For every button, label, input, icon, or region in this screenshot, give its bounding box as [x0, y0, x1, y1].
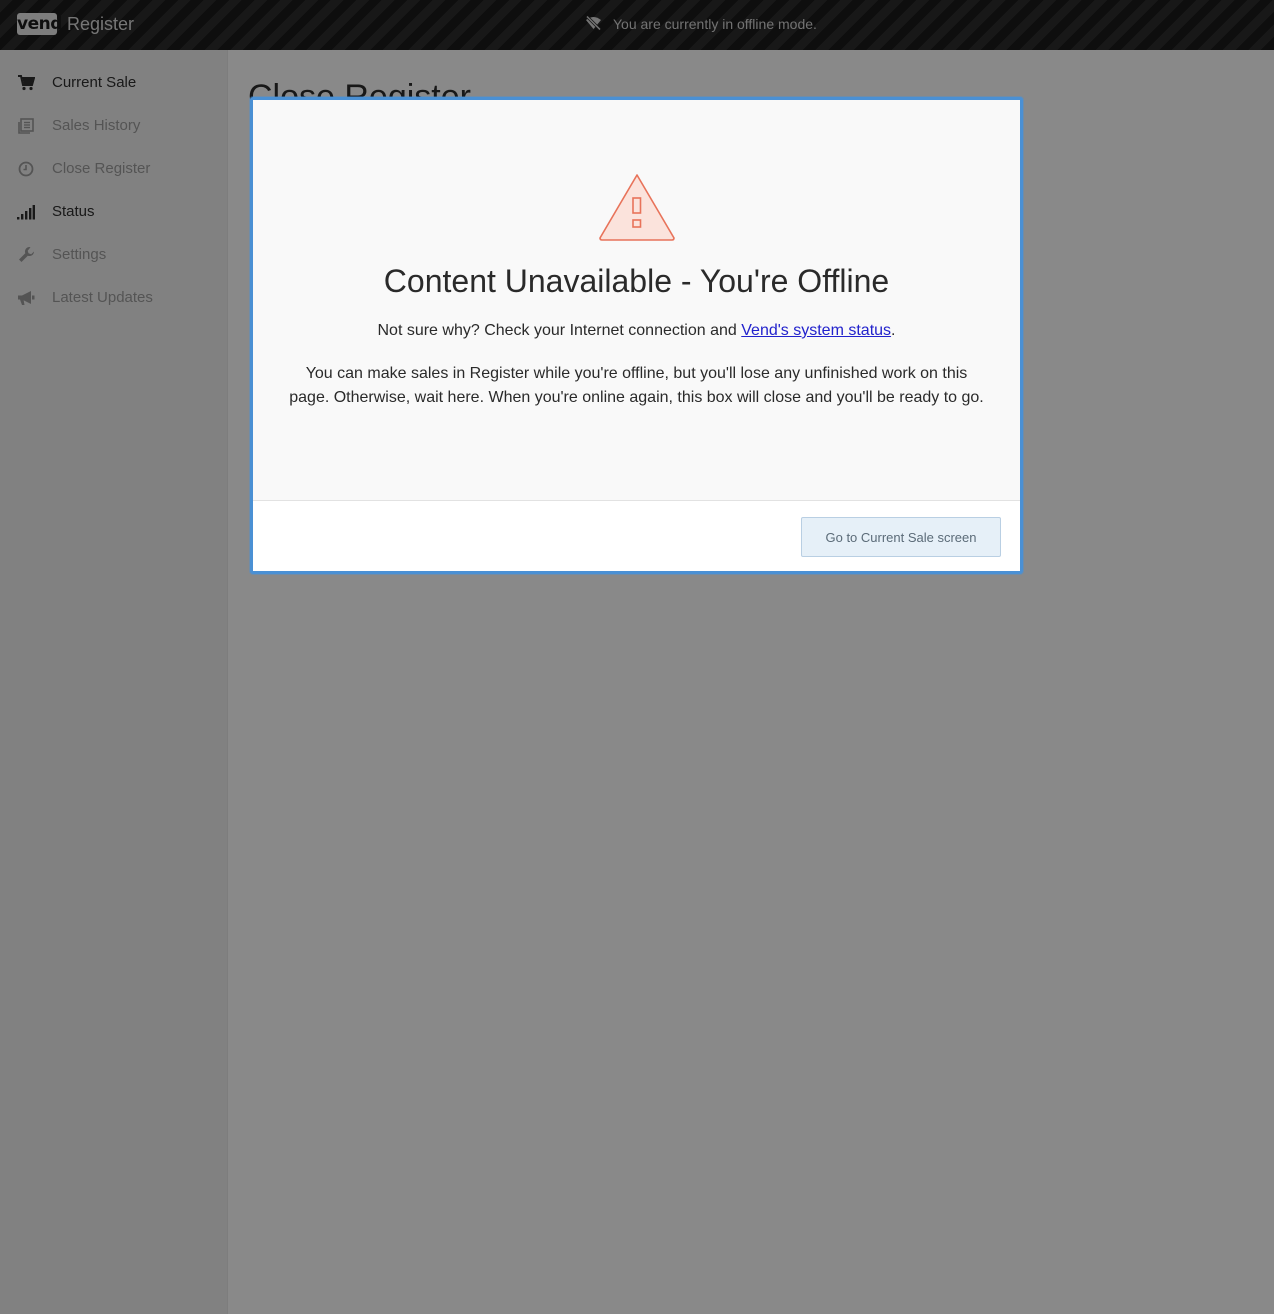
modal-body: Content Unavailable - You're Offline Not… — [253, 100, 1020, 501]
go-to-current-sale-button[interactable]: Go to Current Sale screen — [801, 517, 1001, 557]
system-status-link[interactable]: Vend's system status — [741, 322, 891, 339]
modal-heading: Content Unavailable - You're Offline — [383, 263, 890, 299]
help-text-prefix: Not sure why? Check your Internet connec… — [377, 322, 742, 339]
modal-help-text: Not sure why? Check your Internet connec… — [253, 322, 1020, 340]
modal-explanation: You can make sales in Register while you… — [289, 365, 984, 406]
offline-modal: Content Unavailable - You're Offline Not… — [250, 97, 1023, 574]
modal-footer: Go to Current Sale screen — [253, 501, 1020, 571]
help-text-suffix: . — [891, 322, 896, 339]
warning-triangle-icon — [598, 172, 676, 242]
